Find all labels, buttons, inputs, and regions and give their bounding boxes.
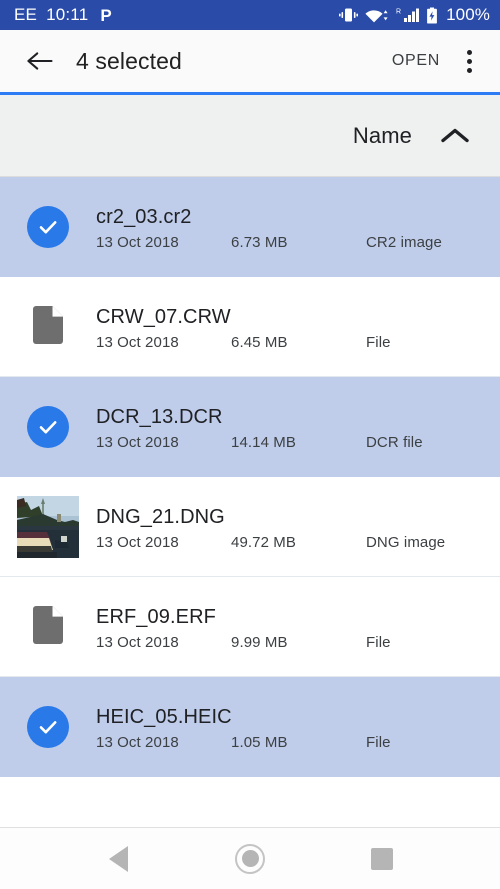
file-size: 1.05 MB	[231, 734, 288, 751]
file-name: HEIC_05.HEIC	[96, 706, 232, 728]
row-icon-slot[interactable]	[0, 677, 96, 777]
file-size: 6.45 MB	[231, 334, 288, 351]
file-date: 13 Oct 2018	[96, 334, 179, 351]
file-row[interactable]: CRW_07.CRW 13 Oct 2018 6.45 MB File	[0, 277, 500, 377]
row-icon-slot[interactable]	[0, 177, 96, 277]
file-meta: 13 Oct 2018 14.14 MB DCR file	[96, 434, 486, 451]
status-bar-left: EE 10:11 P	[14, 5, 112, 25]
file-size: 49.72 MB	[231, 534, 297, 551]
row-text: HEIC_05.HEIC 13 Oct 2018 1.05 MB File	[96, 677, 486, 777]
file-meta: 13 Oct 2018 6.73 MB CR2 image	[96, 234, 486, 251]
row-text: DNG_21.DNG 13 Oct 2018 49.72 MB DNG imag…	[96, 477, 486, 577]
vibrate-icon	[339, 7, 359, 23]
square-recents-icon	[371, 847, 393, 870]
status-clock: 10:11	[46, 5, 89, 24]
file-size: 6.73 MB	[231, 234, 288, 251]
file-meta: 13 Oct 2018 1.05 MB File	[96, 734, 486, 751]
file-meta: 13 Oct 2018 9.99 MB File	[96, 634, 486, 651]
file-name: DNG_21.DNG	[96, 506, 225, 528]
sort-bar[interactable]: Name	[0, 95, 500, 177]
open-button[interactable]: OPEN	[386, 44, 446, 78]
file-meta: 13 Oct 2018 49.72 MB DNG image	[96, 534, 486, 551]
file-type: CR2 image	[366, 234, 442, 251]
wifi-icon	[365, 7, 389, 23]
file-name: ERF_09.ERF	[96, 606, 216, 628]
row-text: cr2_03.cr2 13 Oct 2018 6.73 MB CR2 image	[96, 177, 486, 277]
file-name: cr2_03.cr2	[96, 206, 192, 228]
file-date: 13 Oct 2018	[96, 234, 179, 251]
svg-text:R: R	[396, 9, 401, 16]
circle-home-icon	[235, 843, 265, 874]
home-dot	[241, 850, 259, 867]
overflow-dot	[466, 49, 472, 55]
file-type: File	[366, 734, 391, 751]
row-text: CRW_07.CRW 13 Oct 2018 6.45 MB File	[96, 277, 486, 377]
row-icon-slot[interactable]	[0, 577, 96, 677]
more-options-icon[interactable]	[452, 41, 486, 81]
sort-label[interactable]: Name	[353, 123, 412, 149]
file-row[interactable]: DNG_21.DNG 13 Oct 2018 49.72 MB DNG imag…	[0, 477, 500, 577]
file-type: File	[366, 334, 391, 351]
status-bar: EE 10:11 P R 100%	[0, 0, 500, 30]
file-date: 13 Oct 2018	[96, 634, 179, 651]
file-date: 13 Oct 2018	[96, 434, 179, 451]
status-bar-right: R 100%	[339, 5, 490, 25]
file-size: 14.14 MB	[231, 434, 297, 451]
file-name: DCR_13.DCR	[96, 406, 223, 428]
file-row[interactable]: DCR_13.DCR 13 Oct 2018 14.14 MB DCR file	[0, 377, 500, 477]
file-picker-screen: EE 10:11 P R 100% 4 selected OPEN Name c…	[0, 0, 500, 889]
check-circle-icon[interactable]	[27, 206, 69, 248]
file-list: cr2_03.cr2 13 Oct 2018 6.73 MB CR2 image	[0, 177, 500, 827]
file-date: 13 Oct 2018	[96, 534, 179, 551]
document-icon[interactable]	[33, 305, 63, 349]
row-icon-slot[interactable]	[0, 477, 96, 577]
row-icon-slot[interactable]	[0, 377, 96, 477]
file-row[interactable]: cr2_03.cr2 13 Oct 2018 6.73 MB CR2 image	[0, 177, 500, 277]
file-size: 9.99 MB	[231, 634, 288, 651]
nav-recents-button[interactable]	[354, 831, 410, 887]
triangle-back-icon	[108, 845, 128, 872]
file-type: File	[366, 634, 391, 651]
row-text: DCR_13.DCR 13 Oct 2018 14.14 MB DCR file	[96, 377, 486, 477]
page-title: 4 selected	[76, 47, 182, 74]
row-text: ERF_09.ERF 13 Oct 2018 9.99 MB File	[96, 577, 486, 677]
photo-thumbnail[interactable]	[17, 496, 79, 558]
row-icon-slot[interactable]	[0, 277, 96, 377]
document-icon[interactable]	[33, 605, 63, 649]
carrier-label: EE	[14, 5, 38, 24]
check-circle-icon[interactable]	[27, 406, 69, 448]
file-type: DCR file	[366, 434, 423, 451]
file-date: 13 Oct 2018	[96, 734, 179, 751]
file-name: CRW_07.CRW	[96, 306, 231, 328]
android-navigation-bar	[0, 827, 500, 889]
signal-icon: R	[396, 7, 420, 23]
chevron-up-icon[interactable]	[432, 126, 478, 146]
file-row[interactable]: HEIC_05.HEIC 13 Oct 2018 1.05 MB File	[0, 677, 500, 777]
nav-home-button[interactable]	[222, 831, 278, 887]
pinterest-app-icon: P	[100, 5, 112, 25]
battery-percent-label: 100%	[446, 5, 490, 24]
app-toolbar: 4 selected OPEN	[0, 30, 500, 95]
check-circle-icon[interactable]	[27, 706, 69, 748]
back-arrow-icon[interactable]	[20, 41, 60, 81]
file-row[interactable]: ERF_09.ERF 13 Oct 2018 9.99 MB File	[0, 577, 500, 677]
file-type: DNG image	[366, 534, 446, 551]
overflow-dot	[466, 58, 472, 64]
overflow-dot	[466, 67, 472, 73]
file-meta: 13 Oct 2018 6.45 MB File	[96, 334, 486, 351]
nav-back-button[interactable]	[90, 831, 146, 887]
battery-icon	[426, 7, 438, 24]
